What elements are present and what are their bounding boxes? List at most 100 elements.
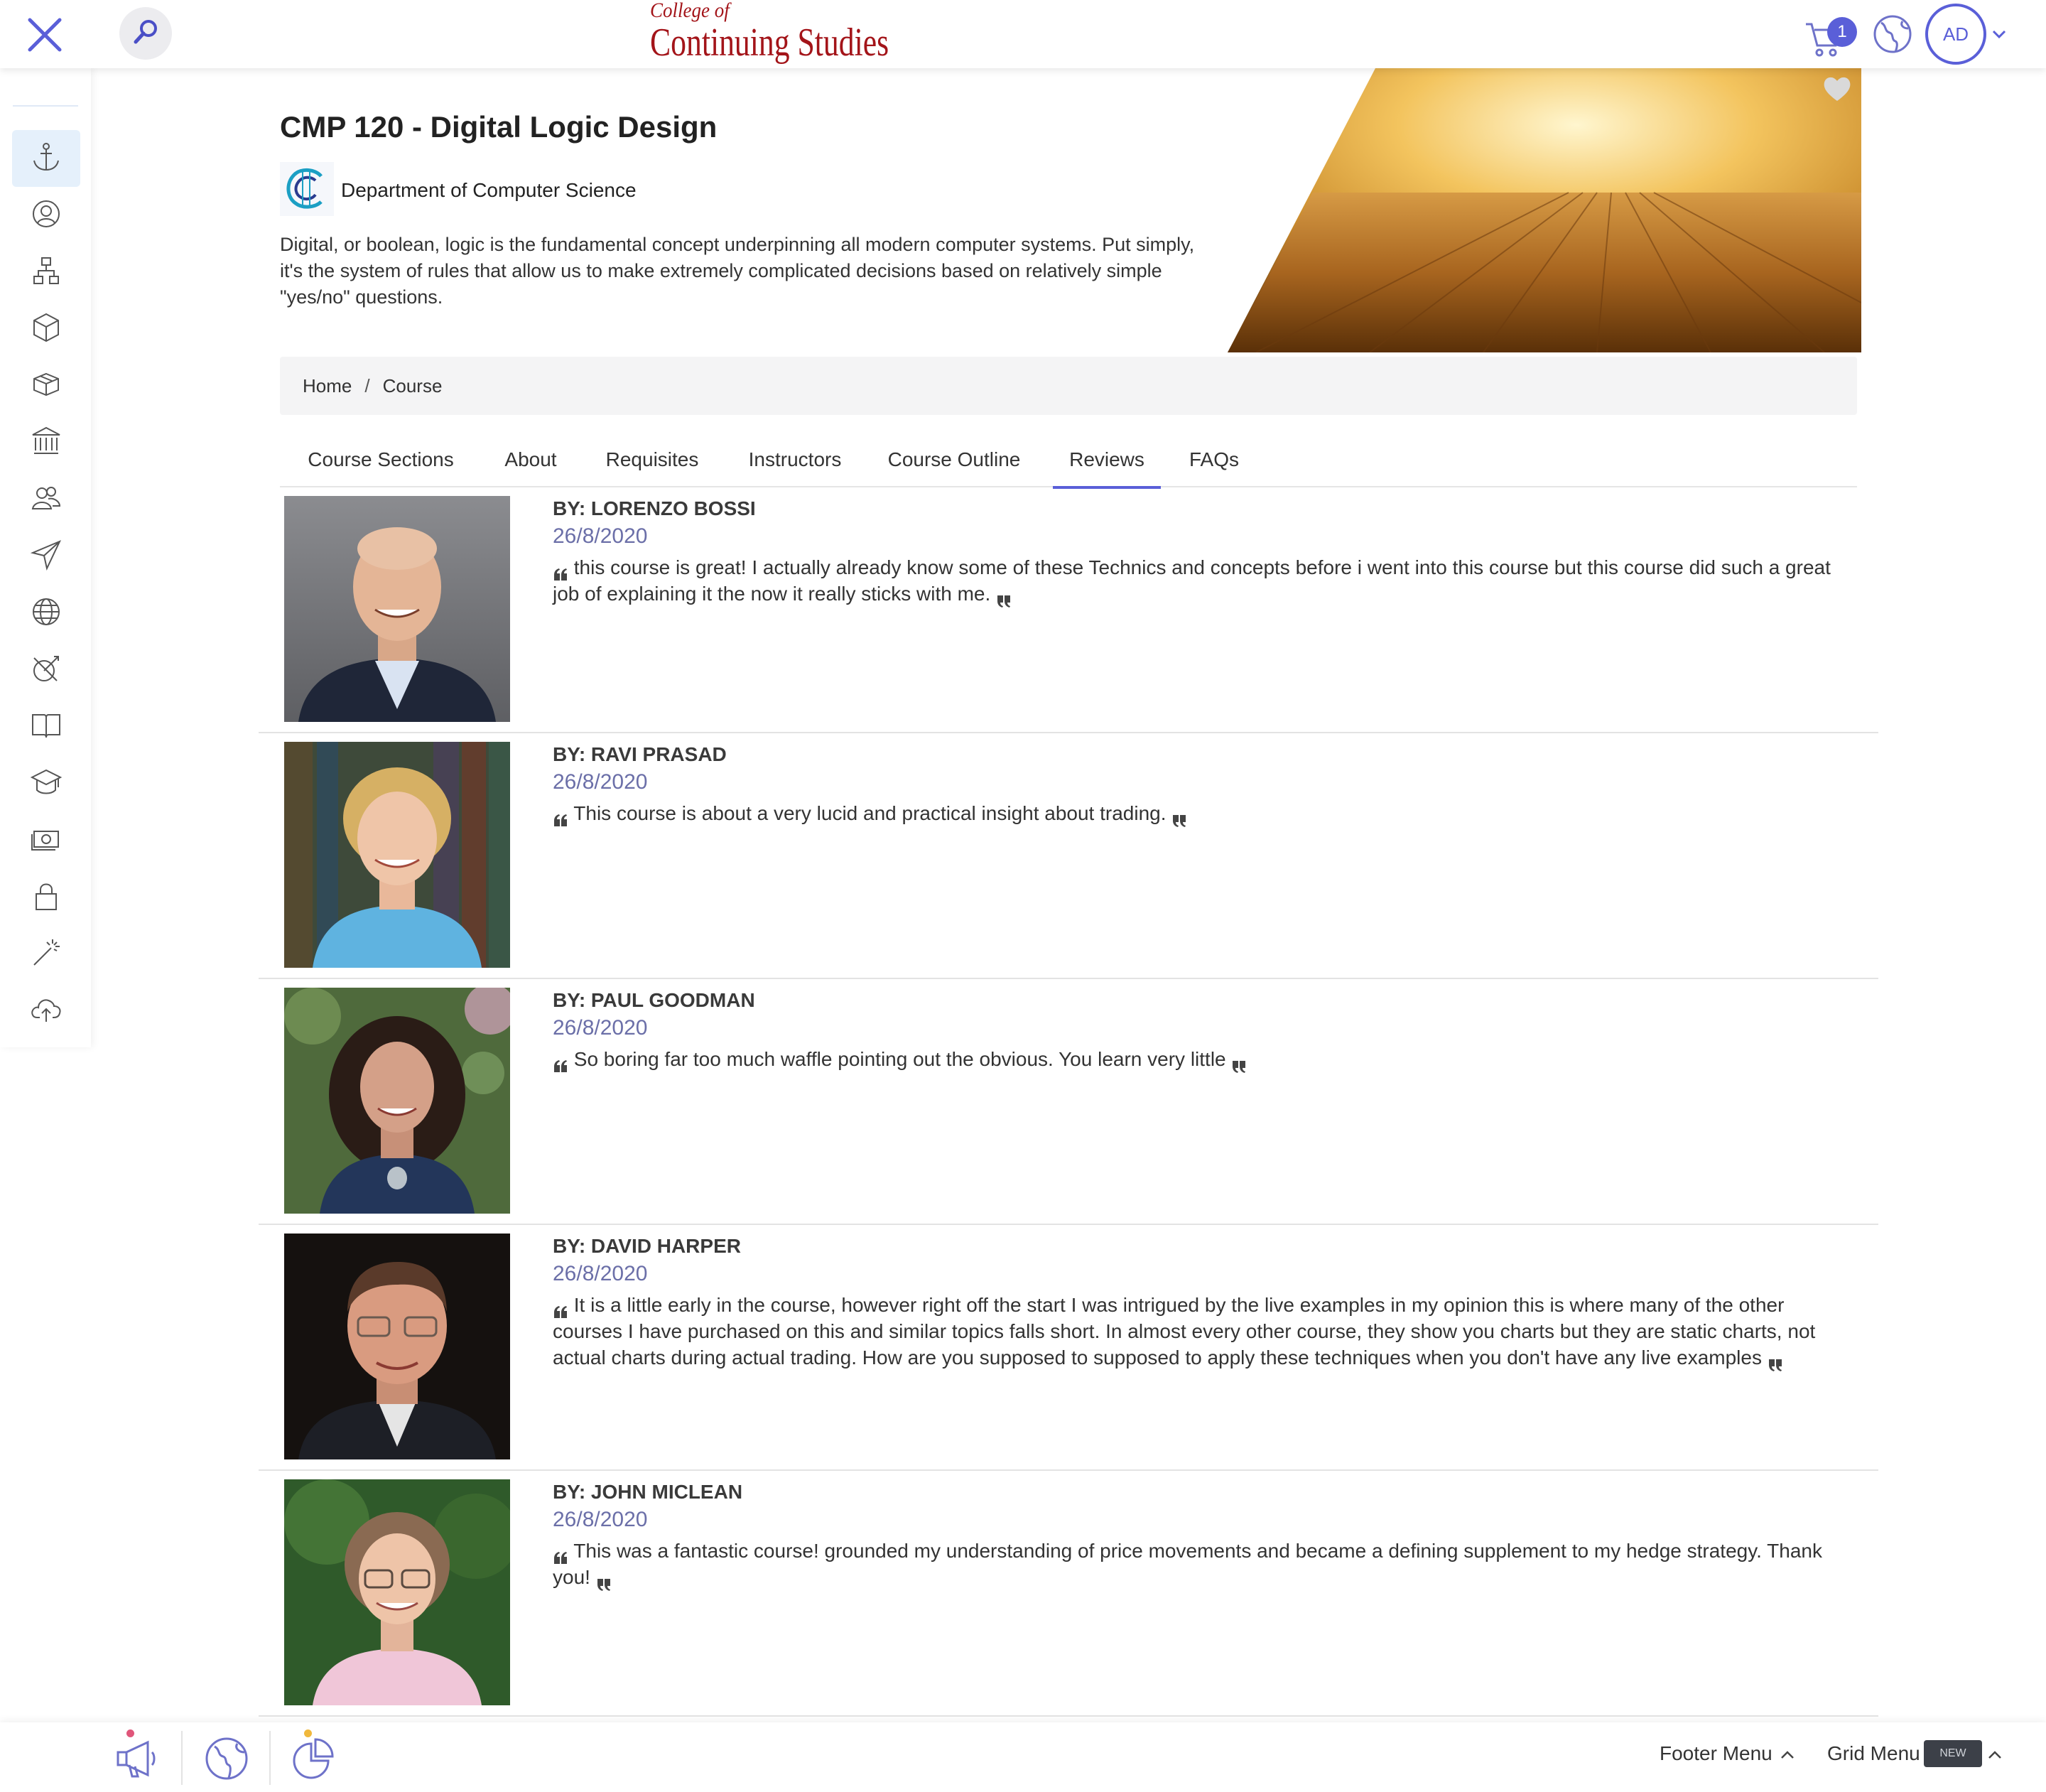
language-button[interactable] bbox=[1871, 13, 1914, 55]
sidebar-item-anchor[interactable] bbox=[12, 130, 80, 187]
department-logo bbox=[280, 162, 334, 216]
cloud-upload-icon bbox=[30, 993, 63, 1030]
college-logo[interactable]: College of Continuing Studies bbox=[650, 0, 889, 68]
search-icon bbox=[131, 18, 160, 50]
chevron-down-icon[interactable] bbox=[1989, 24, 2009, 44]
footer-divider bbox=[269, 1731, 271, 1785]
sidebar-item-goals[interactable] bbox=[12, 642, 80, 698]
sidebar-item-organization[interactable] bbox=[12, 244, 80, 301]
review-item: BY: DAVID HARPER 26/8/2020 It is a littl… bbox=[259, 1225, 1878, 1471]
footer-bar: Footer Menu Grid Menu NEW bbox=[0, 1722, 2046, 1792]
review-date: 26/8/2020 bbox=[553, 1262, 648, 1285]
sidebar-item-finance[interactable] bbox=[12, 812, 80, 869]
reviewer-name: BY: PAUL GOODMAN bbox=[553, 989, 755, 1011]
close-icon bbox=[26, 16, 64, 58]
reviewer-name: BY: RAVI PRASAD bbox=[553, 743, 727, 765]
brand-line2: Continuing Studies bbox=[650, 21, 889, 65]
book-icon bbox=[30, 709, 63, 745]
tab-faqs[interactable]: FAQs bbox=[1186, 432, 1242, 487]
course-description: Digital, or boolean, logic is the fundam… bbox=[280, 234, 1195, 308]
review-date: 26/8/2020 bbox=[553, 1016, 648, 1040]
lock-icon bbox=[30, 880, 63, 916]
review-body: This course is about a very lucid and pr… bbox=[573, 802, 1167, 824]
grid-menu-toggle[interactable]: Grid Menu bbox=[1827, 1742, 1920, 1765]
announcements-button[interactable] bbox=[112, 1729, 162, 1786]
institution-icon bbox=[30, 425, 63, 461]
tab-course-sections[interactable]: Course Sections bbox=[303, 432, 459, 487]
favorite-heart-icon[interactable] bbox=[1822, 74, 1853, 105]
quote-open-icon bbox=[553, 562, 568, 581]
review-body: this course is great! I actually already… bbox=[553, 556, 1831, 605]
reviewer-name: BY: DAVID HARPER bbox=[553, 1235, 741, 1257]
review-date: 26/8/2020 bbox=[553, 524, 648, 548]
review-body: This was a fantastic course! grounded my… bbox=[553, 1540, 1823, 1588]
reports-button[interactable] bbox=[288, 1729, 338, 1786]
sidebar-item-profile[interactable] bbox=[12, 187, 80, 244]
sidebar-item-education[interactable] bbox=[12, 755, 80, 812]
tab-course-outline[interactable]: Course Outline bbox=[885, 432, 1023, 487]
tab-requisites[interactable]: Requisites bbox=[600, 432, 705, 487]
pie-chart-icon bbox=[288, 1738, 338, 1786]
globe-icon bbox=[30, 595, 63, 632]
globe-icon bbox=[1871, 15, 1914, 58]
chevron-up-icon[interactable] bbox=[1779, 1747, 1796, 1764]
globe-icon bbox=[202, 1737, 251, 1786]
search-button[interactable] bbox=[119, 7, 172, 60]
tab-reviews[interactable]: Reviews bbox=[1053, 432, 1161, 489]
reviewer-photo bbox=[284, 742, 510, 968]
course-tabs: Course Sections About Requisites Instruc… bbox=[280, 432, 1857, 489]
sidebar-item-upload[interactable] bbox=[12, 983, 80, 1040]
reviewer-name: BY: LORENZO BOSSI bbox=[553, 497, 756, 519]
reviewer-photo bbox=[284, 1234, 510, 1459]
money-icon bbox=[30, 823, 63, 859]
sidebar-item-inventory[interactable] bbox=[12, 357, 80, 414]
quote-open-icon bbox=[553, 1545, 568, 1564]
reviewer-photo bbox=[284, 988, 510, 1214]
sidebar-item-library[interactable] bbox=[12, 698, 80, 755]
sidebar-item-people[interactable] bbox=[12, 471, 80, 528]
reviewer-photo bbox=[284, 1479, 510, 1705]
review-date: 26/8/2020 bbox=[553, 1508, 648, 1531]
notification-dot bbox=[126, 1729, 134, 1737]
sidebar-item-products[interactable] bbox=[12, 301, 80, 357]
user-avatar[interactable]: AD bbox=[1925, 4, 1986, 65]
notification-dot bbox=[304, 1729, 312, 1737]
boxes-icon bbox=[30, 368, 63, 404]
review-item: BY: LORENZO BOSSI 26/8/2020 this course … bbox=[259, 487, 1878, 733]
chevron-up-icon[interactable] bbox=[1986, 1747, 2003, 1764]
close-button[interactable] bbox=[21, 13, 68, 60]
review-text: This course is about a very lucid and pr… bbox=[553, 800, 1831, 827]
review-text: It is a little early in the course, howe… bbox=[553, 1292, 1831, 1371]
reviewer-photo bbox=[284, 496, 510, 722]
quote-close-icon bbox=[1231, 1054, 1247, 1073]
quote-close-icon bbox=[1768, 1352, 1783, 1371]
tab-instructors[interactable]: Instructors bbox=[739, 432, 851, 487]
review-text: this course is great! I actually already… bbox=[553, 554, 1831, 608]
sidebar-item-automation[interactable] bbox=[12, 926, 80, 983]
course-title: CMP 120 - Digital Logic Design bbox=[280, 110, 718, 144]
sidebar-item-global[interactable] bbox=[12, 585, 80, 642]
sidebar-item-security[interactable] bbox=[12, 869, 80, 926]
breadcrumb-home[interactable]: Home bbox=[303, 375, 352, 397]
review-item: BY: PAUL GOODMAN 26/8/2020 So boring far… bbox=[259, 979, 1878, 1225]
org-chart-icon bbox=[30, 254, 63, 291]
megaphone-icon bbox=[112, 1740, 162, 1786]
review-item: BY: RAVI PRASAD 26/8/2020 This course is… bbox=[259, 733, 1878, 979]
magic-wand-icon bbox=[30, 937, 63, 973]
cart-button[interactable]: 1 bbox=[1804, 13, 1857, 58]
review-body: It is a little early in the course, howe… bbox=[553, 1294, 1816, 1369]
footer-menu-toggle[interactable]: Footer Menu bbox=[1660, 1742, 1772, 1765]
graduation-cap-icon bbox=[30, 766, 63, 802]
footer-globe-button[interactable] bbox=[202, 1734, 251, 1783]
review-text: So boring far too much waffle pointing o… bbox=[553, 1046, 1831, 1073]
top-bar: College of Continuing Studies 1 AD bbox=[0, 0, 2046, 68]
tab-about[interactable]: About bbox=[497, 432, 564, 487]
sidebar-item-messages[interactable] bbox=[12, 528, 80, 585]
paper-plane-icon bbox=[30, 539, 63, 575]
cart-count-badge: 1 bbox=[1827, 17, 1857, 47]
reviewer-name: BY: JOHN MICLEAN bbox=[553, 1481, 743, 1503]
cube-icon bbox=[30, 311, 63, 347]
review-text: This was a fantastic course! grounded my… bbox=[553, 1538, 1831, 1591]
quote-open-icon bbox=[553, 1054, 568, 1072]
sidebar-item-institution[interactable] bbox=[12, 414, 80, 471]
